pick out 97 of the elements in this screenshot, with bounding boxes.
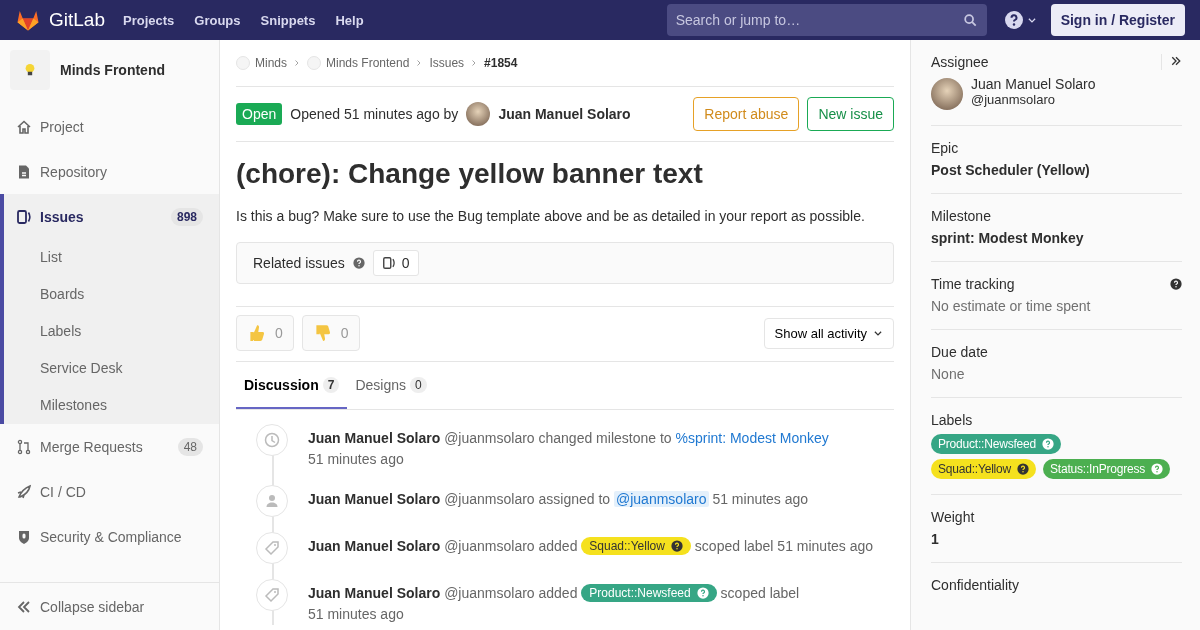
sidebar-subitem[interactable]: Milestones xyxy=(4,387,219,424)
author-link[interactable]: Juan Manuel Solaro xyxy=(308,538,441,554)
event-time: 51 minutes ago xyxy=(308,606,404,622)
breadcrumb-link[interactable]: Issues xyxy=(429,56,465,70)
activity-filter-dropdown[interactable]: Show all activity xyxy=(763,317,894,349)
sidebar-item[interactable]: Project xyxy=(0,104,219,149)
block-title: Weight xyxy=(931,509,975,525)
event-text: @juanmsolaro changed milestone to xyxy=(444,430,672,446)
block-title: Time tracking xyxy=(931,276,1015,292)
count-badge: 898 xyxy=(170,207,203,226)
author-link[interactable]: Juan Manuel Solaro xyxy=(308,430,441,446)
sidebar-subitem[interactable]: List xyxy=(4,239,219,276)
issue-title: (chore): Change yellow banner text xyxy=(236,158,704,190)
nav-link[interactable]: Projects xyxy=(123,12,175,28)
block-title: Epic xyxy=(931,140,959,156)
sign-in-button[interactable]: Sign in / Register xyxy=(1050,4,1185,36)
status-badge: Open xyxy=(236,103,283,125)
sidebar-subitem[interactable]: Boards xyxy=(4,276,219,313)
breadcrumb-link[interactable]: #1854 xyxy=(484,56,518,70)
block-value: None xyxy=(931,366,966,382)
help-icon xyxy=(1017,463,1029,475)
clock-icon xyxy=(264,432,280,448)
user-mention[interactable]: @juanmsolaro xyxy=(614,491,709,507)
brand-name[interactable]: GitLab xyxy=(49,9,105,31)
new-issue-button[interactable]: New issue xyxy=(807,97,894,131)
issue-description: Is this a bug? Make sure to use the Bug template above and be as detailed in your report as possible. xyxy=(236,208,866,224)
tab[interactable]: Designs 0 xyxy=(347,362,435,409)
assignee-username: @juanmsolaro xyxy=(971,92,1056,107)
tab[interactable]: Discussion 7 xyxy=(236,362,348,409)
help-icon xyxy=(352,257,365,269)
label-tag[interactable]: Squad::Yellow xyxy=(931,459,1036,479)
person-icon xyxy=(264,493,280,509)
help-icon xyxy=(1151,463,1164,475)
sidebar-item[interactable]: CI / CD xyxy=(0,469,219,514)
sidebar-item[interactable]: Repository xyxy=(0,149,219,194)
event-text: @juanmsolaro assigned to xyxy=(444,491,611,507)
event-text: @juanmsolaro added xyxy=(444,585,578,601)
nav-link[interactable]: Snippets xyxy=(260,12,316,28)
chevron-right-icon xyxy=(293,58,301,68)
nav-link[interactable]: Groups xyxy=(194,12,241,28)
help-icon xyxy=(1042,438,1054,450)
block-value: sprint: Modest Monkey xyxy=(931,230,1085,246)
double-chevron-left-icon xyxy=(16,598,32,615)
sidebar-item[interactable]: Issues 898 xyxy=(4,194,219,239)
block-value: 1 xyxy=(931,531,940,547)
house-icon xyxy=(16,118,32,135)
sidebar-item[interactable]: Merge Requests 48 xyxy=(0,424,219,469)
author-link[interactable]: Juan Manuel Solaro xyxy=(498,106,631,122)
shield-icon xyxy=(16,528,32,545)
block-title: Due date xyxy=(931,344,988,360)
chevron-down-icon xyxy=(873,328,883,338)
event-time: 51 minutes ago xyxy=(308,451,404,467)
help-icon[interactable] xyxy=(1004,11,1023,29)
merge-request-icon xyxy=(16,438,32,455)
count-badge: 7 xyxy=(322,376,340,393)
event-text: scoped label xyxy=(720,585,800,601)
project-name[interactable]: Minds Frontend xyxy=(60,62,165,78)
block-title: Confidentiality xyxy=(931,577,1019,593)
help-icon xyxy=(670,540,683,552)
block-title: Milestone xyxy=(931,208,991,224)
assignee-name[interactable]: Juan Manuel Solaro xyxy=(971,76,1096,92)
block-value: No estimate or time spent xyxy=(931,298,1092,314)
tag-icon xyxy=(264,540,280,556)
avatar xyxy=(466,102,491,126)
event-text: @juanmsolaro added xyxy=(444,538,578,554)
block-title: Labels xyxy=(931,412,973,428)
block-value: Post Scheduler (Yellow) xyxy=(931,162,1091,178)
breadcrumb-link[interactable]: Minds Frontend xyxy=(307,56,410,70)
related-issues-title: Related issues xyxy=(253,255,345,271)
search-field[interactable]: Search or jump to… xyxy=(666,4,987,36)
rocket-icon xyxy=(16,483,32,500)
related-count: 0 xyxy=(372,250,419,276)
avatar xyxy=(931,78,963,110)
sidebar-item[interactable]: Security & Compliance xyxy=(0,514,219,559)
thumbs-up-icon xyxy=(247,324,265,342)
caret-icon[interactable] xyxy=(1026,15,1037,25)
milestone-link[interactable]: %sprint: Modest Monkey xyxy=(675,430,829,446)
document-icon xyxy=(16,163,32,180)
event-text: scoped label 51 minutes ago xyxy=(694,538,874,554)
sidebar-subitem[interactable]: Service Desk xyxy=(4,350,219,387)
breadcrumb-link[interactable]: Minds xyxy=(236,56,287,70)
sidebar-subitem[interactable]: Labels xyxy=(4,313,219,350)
help-icon xyxy=(696,587,709,599)
double-chevron-right-icon[interactable] xyxy=(1170,55,1182,67)
search-icon xyxy=(962,13,977,27)
nav-link[interactable]: Help xyxy=(335,12,364,28)
event-time: 51 minutes ago xyxy=(712,491,809,507)
block-title: Assignee xyxy=(931,54,989,70)
opened-text: Opened 51 minutes ago by xyxy=(290,106,459,122)
issues-icon xyxy=(381,256,396,270)
author-link[interactable]: Juan Manuel Solaro xyxy=(308,491,441,507)
issues-icon xyxy=(16,208,32,225)
author-link[interactable]: Juan Manuel Solaro xyxy=(308,585,441,601)
count-badge: 0 xyxy=(410,376,427,393)
tag-icon xyxy=(264,587,280,603)
label-tag[interactable]: Squad::Yellow xyxy=(581,537,691,555)
count-badge: 48 xyxy=(177,437,203,456)
